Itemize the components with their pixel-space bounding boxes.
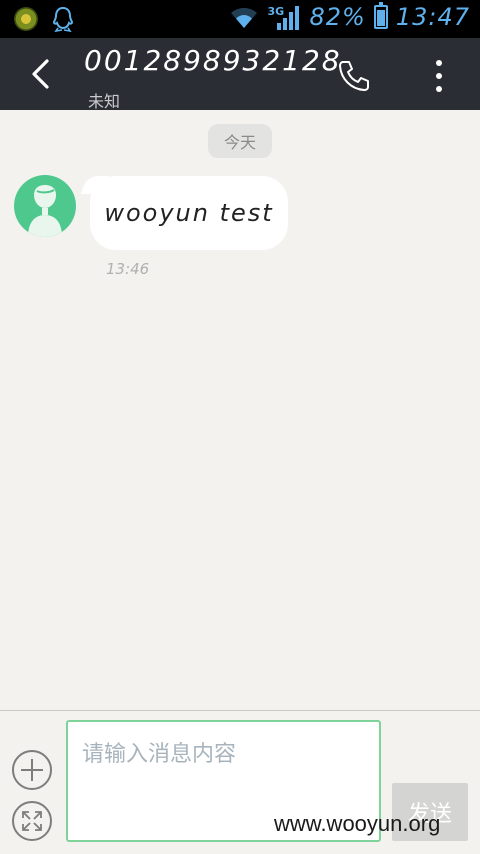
status-bar: 3G 82% 13:47 [0,0,480,38]
status-bar-indicators: 3G 82% 13:47 [229,2,470,31]
status-time: 13:47 [395,3,470,31]
more-vertical-icon-dot [436,73,442,79]
message-text: wooyun test [104,199,274,227]
phone-icon [339,61,369,91]
signal-icon: 3G [267,3,301,31]
watermark: www.wooyun.org [274,811,441,836]
status-bar-notifications [14,6,74,32]
contact-avatar[interactable] [14,175,76,237]
expand-composer-button[interactable] [12,801,52,841]
conversation-header: 0012898932128 未知 [0,38,480,111]
qq-icon [52,6,74,32]
contact-status: 未知 [88,92,121,111]
battery-icon [373,2,388,29]
battery-percent: 82% [309,3,366,31]
more-vertical-icon-dot [436,60,442,66]
add-attachment-button[interactable] [12,750,52,790]
wifi-icon [231,7,258,28]
app-notification-icon [14,7,38,31]
contact-number: 0012898932128 [84,44,342,77]
more-vertical-icon-dot [436,86,442,92]
back-arrow-icon [32,59,49,89]
person-avatar-icon [28,185,62,237]
message-bubble[interactable]: wooyun test [90,176,288,250]
date-separator: 今天 [208,124,272,158]
more-options-button[interactable] [424,56,454,96]
message-time: 13:46 [106,260,150,278]
add-icon [21,759,43,781]
back-button[interactable] [20,54,60,94]
call-button[interactable] [334,56,374,96]
battery-level [376,9,385,26]
expand-icon [22,811,42,831]
